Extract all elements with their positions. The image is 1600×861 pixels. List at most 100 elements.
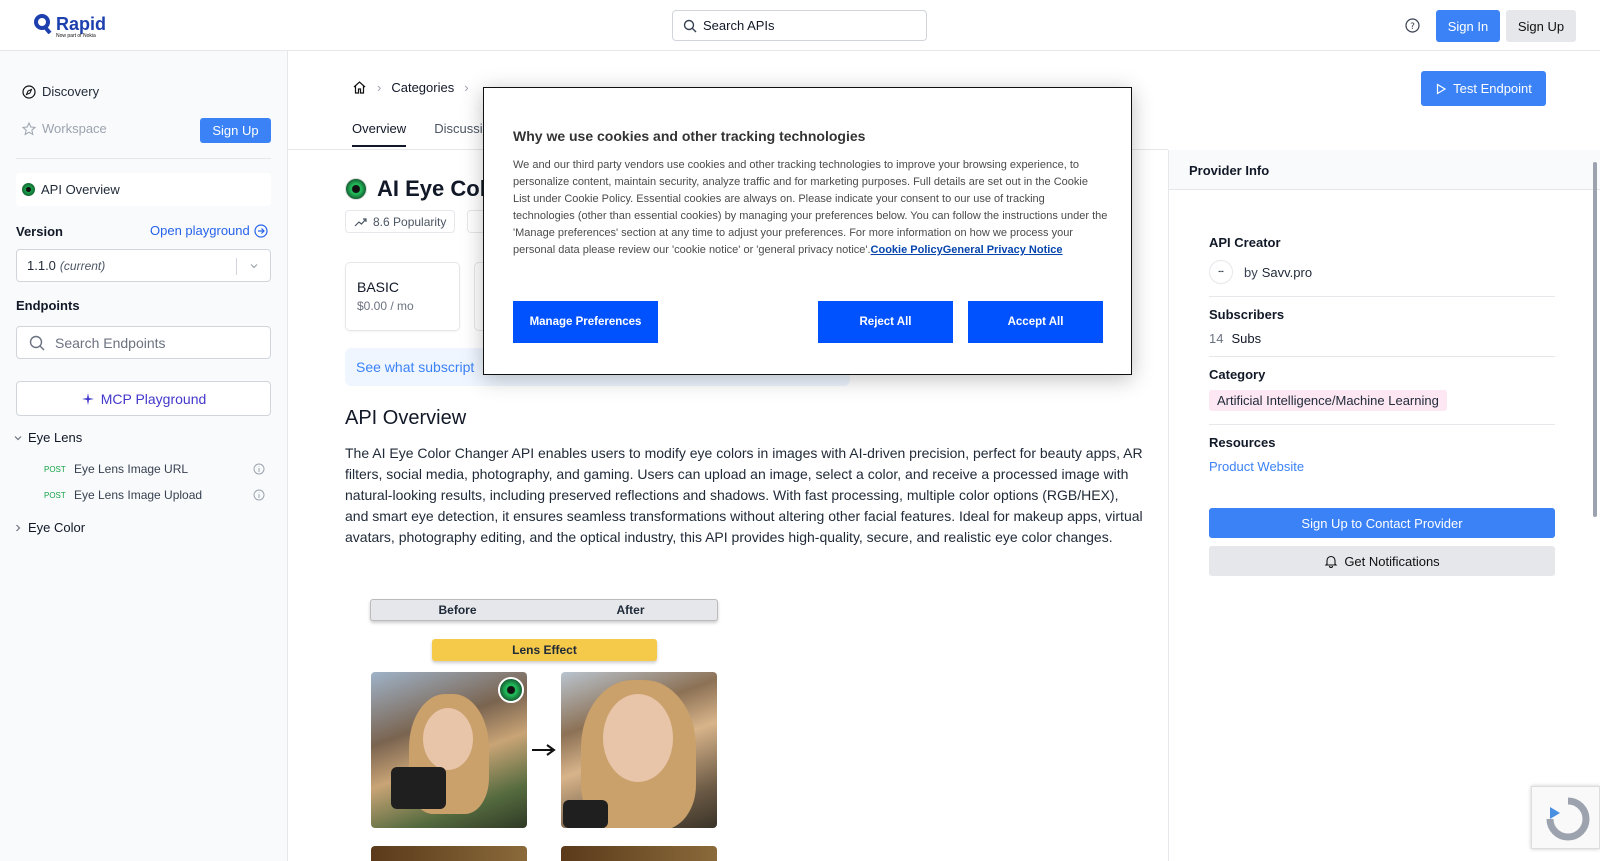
top-bar: Rapid Now part of Nokia Search APIs ? Si…: [0, 0, 1600, 51]
workspace-sign-up-button[interactable]: Sign Up: [200, 118, 271, 143]
open-playground-link[interactable]: Open playground: [150, 223, 268, 238]
popularity-badge: 8.6 Popularity: [345, 210, 456, 233]
api-creator-label: API Creator: [1209, 235, 1281, 250]
endpoint-label: Eye Lens Image URL: [74, 462, 189, 476]
compass-icon: [22, 84, 36, 99]
product-website-link[interactable]: Product Website: [1209, 459, 1304, 474]
before-label: Before: [438, 603, 477, 617]
plan-price: $0.00 / mo: [357, 299, 414, 313]
tab-discussions[interactable]: Discussi: [434, 121, 482, 147]
method-badge: POST: [44, 490, 66, 500]
scrollbar[interactable]: [1590, 150, 1600, 861]
provider-info-header: Provider Info: [1169, 150, 1600, 190]
subscribers-label: Subscribers: [1209, 307, 1285, 322]
breadcrumb-separator: ›: [464, 80, 469, 95]
chevron-down-icon: [14, 435, 22, 440]
creator-name: Savv.pro: [1261, 264, 1313, 280]
manage-preferences-button[interactable]: Manage Preferences: [513, 301, 658, 343]
resources-label: Resources: [1209, 435, 1276, 450]
bell-icon: [1324, 555, 1338, 568]
api-logo-icon: [345, 178, 367, 200]
subscribers-value: 14 Subs: [1209, 331, 1261, 346]
breadcrumb: › Categories ›: [352, 80, 479, 95]
category-badge[interactable]: Artificial Intelligence/Machine Learning: [1209, 390, 1447, 411]
test-endpoint-button[interactable]: Test Endpoint: [1421, 71, 1546, 106]
sidebar-item-label: Workspace: [42, 121, 107, 136]
endpoint-group-label: Eye Lens: [28, 430, 83, 445]
accept-all-button[interactable]: Accept All: [968, 301, 1103, 343]
sidebar-item-label: API Overview: [41, 182, 120, 197]
svg-text:?: ?: [1410, 22, 1415, 32]
api-logo-icon: [22, 183, 35, 196]
creator-avatar: ▪▪▪: [1209, 260, 1233, 284]
sample-photo: [371, 846, 527, 861]
sign-in-button[interactable]: Sign In: [1436, 10, 1500, 42]
get-notifications-label: Get Notifications: [1344, 553, 1440, 569]
plan-name: BASIC: [357, 279, 400, 295]
search-apis-input[interactable]: Search APIs: [672, 10, 927, 41]
endpoint-eye-lens-image-url[interactable]: POST Eye Lens Image URL: [44, 462, 269, 476]
mcp-playground-label: MCP Playground: [100, 390, 207, 407]
endpoint-group-eye-color[interactable]: Eye Color: [14, 520, 85, 535]
trending-up-icon: [354, 217, 367, 226]
subscribers-count: 14: [1209, 331, 1224, 346]
api-title-text: AI Eye Col: [377, 176, 486, 201]
version-select[interactable]: 1.1.0 (current): [16, 249, 271, 282]
sign-up-button[interactable]: Sign Up: [1506, 10, 1576, 42]
arrow-right-circle-icon: [254, 223, 268, 238]
help-icon[interactable]: ?: [1405, 18, 1420, 36]
search-apis-placeholder: Search APIs: [703, 18, 775, 33]
after-photo: [561, 672, 717, 828]
category-label: Category: [1209, 367, 1266, 382]
endpoint-eye-lens-image-upload[interactable]: POST Eye Lens Image Upload: [44, 488, 269, 502]
recaptcha-badge[interactable]: [1531, 786, 1600, 849]
search-endpoints-placeholder: Search Endpoints: [55, 334, 166, 351]
chevron-right-icon: [16, 524, 21, 531]
cookie-policy-link[interactable]: Cookie Policy: [871, 244, 943, 256]
reject-all-button[interactable]: Reject All: [818, 301, 953, 343]
api-title: AI Eye Col: [345, 176, 486, 202]
endpoint-label: Eye Lens Image Upload: [74, 488, 203, 502]
search-endpoints-input[interactable]: Search Endpoints: [16, 326, 271, 359]
provider-info-panel: Provider Info API Creator ▪▪▪ by Savv.pr…: [1168, 150, 1600, 861]
overview-description: The AI Eye Color Changer API enables use…: [345, 445, 1143, 545]
rapid-logo-icon: [34, 14, 52, 35]
select-separator: [236, 258, 237, 275]
cookie-consent-modal: Why we use cookies and other tracking te…: [483, 87, 1132, 375]
search-icon: [29, 335, 45, 350]
version-value: 1.1.0: [27, 258, 56, 273]
scrollbar-thumb[interactable]: [1593, 162, 1597, 517]
version-label: Version: [16, 224, 63, 239]
divider: [1209, 356, 1555, 357]
contact-provider-button[interactable]: Sign Up to Contact Provider: [1209, 508, 1555, 538]
pricing-plan-card[interactable]: BASIC $0.00 / mo: [345, 262, 460, 331]
chevron-down-icon: [250, 264, 258, 269]
mcp-playground-button[interactable]: MCP Playground: [16, 381, 271, 416]
cookie-modal-body: We and our third party vendors use cooki…: [513, 157, 1108, 259]
sample-photo: [561, 846, 717, 861]
privacy-notice-link[interactable]: General Privacy Notice: [943, 244, 1063, 256]
play-icon: [1437, 82, 1447, 95]
rapid-logo[interactable]: Rapid Now part of Nokia: [34, 14, 106, 39]
recaptcha-icon: [1546, 797, 1590, 841]
api-creator[interactable]: ▪▪▪ by Savv.pro: [1209, 260, 1312, 284]
home-icon[interactable]: [352, 80, 367, 95]
sidebar-item-workspace[interactable]: Workspace: [22, 121, 107, 136]
info-icon[interactable]: [253, 489, 265, 501]
info-icon[interactable]: [253, 463, 265, 475]
divider: [16, 158, 271, 159]
endpoints-label: Endpoints: [16, 298, 80, 313]
get-notifications-button[interactable]: Get Notifications: [1209, 546, 1555, 576]
tab-overview[interactable]: Overview: [352, 121, 407, 147]
search-icon: [683, 19, 697, 32]
endpoint-group-eye-lens[interactable]: Eye Lens: [14, 430, 82, 445]
sidebar-item-api-overview[interactable]: API Overview: [16, 173, 271, 206]
version-current-tag: (current): [59, 258, 106, 273]
test-endpoint-label: Test Endpoint: [1453, 81, 1532, 96]
breadcrumb-separator: ›: [377, 80, 382, 95]
breadcrumb-categories[interactable]: Categories: [391, 80, 454, 95]
popularity-text: 8.6 Popularity: [373, 214, 447, 229]
after-label: After: [616, 603, 645, 617]
endpoint-group-label: Eye Color: [28, 520, 86, 535]
sidebar-item-discovery[interactable]: Discovery: [22, 84, 99, 99]
